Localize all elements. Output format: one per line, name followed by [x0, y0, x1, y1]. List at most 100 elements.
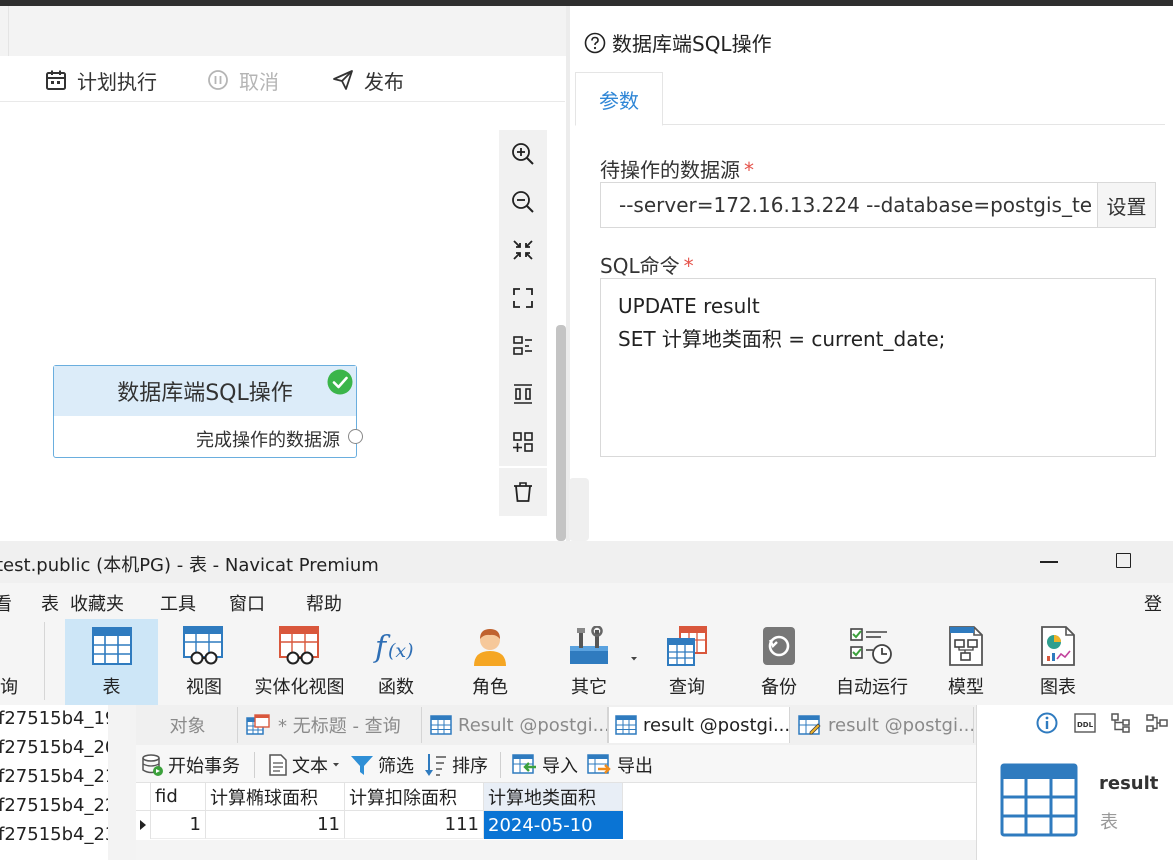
distribute-button[interactable]: [499, 370, 547, 418]
ribbon-materialized-view[interactable]: 实体化视图: [252, 619, 347, 705]
divider: [8, 6, 9, 56]
minimize-button[interactable]: [1040, 561, 1058, 563]
table-icon: [430, 715, 452, 735]
divider: [254, 752, 255, 778]
grid-add-icon: [511, 430, 535, 454]
column-header[interactable]: 计算扣除面积: [345, 783, 484, 811]
object-list-item[interactable]: f27515b4_23: [0, 824, 116, 845]
table-cell[interactable]: 11: [206, 811, 345, 839]
ribbon-query-partial[interactable]: 询: [0, 619, 24, 705]
text-button[interactable]: 文本: [268, 751, 340, 779]
shrink-button[interactable]: [499, 226, 547, 274]
tab-label: Result @postgi...: [458, 714, 608, 736]
sql-line: UPDATE result: [618, 294, 760, 318]
sql-label-text: SQL命令: [600, 254, 680, 278]
menu-help[interactable]: 帮助: [306, 590, 342, 616]
schedule-label: 计划执行: [77, 69, 157, 94]
output-port[interactable]: [348, 429, 363, 444]
sql-editor[interactable]: UPDATE result SET 计算地类面积 = current_date;: [600, 278, 1156, 457]
properties-title: 数据库端SQL操作: [612, 32, 772, 56]
flow-node[interactable]: 数据库端SQL操作 完成操作的数据源: [53, 365, 363, 458]
sort-button[interactable]: 排序: [424, 751, 488, 779]
tab-underline: [575, 124, 1165, 125]
layout-icon[interactable]: [1146, 712, 1168, 734]
maximize-button[interactable]: [1116, 553, 1131, 568]
fullscreen-icon: [511, 286, 535, 310]
settings-button[interactable]: 设置: [1097, 182, 1156, 228]
user-icon: [470, 619, 510, 673]
import-button[interactable]: 导入: [512, 751, 578, 779]
export-button[interactable]: 导出: [587, 751, 653, 779]
chevron-down-icon[interactable]: [629, 655, 639, 663]
ddl-icon[interactable]: DDL: [1074, 712, 1096, 734]
divider: [500, 752, 501, 778]
ribbon-label: 其它: [571, 677, 607, 698]
distribute-icon: [511, 382, 535, 406]
object-type: 表: [1100, 812, 1118, 833]
canvas-header: [0, 6, 568, 56]
zoom-in-button[interactable]: [499, 130, 547, 178]
ribbon-role[interactable]: 角色: [458, 619, 522, 705]
ribbon-view[interactable]: 视图: [165, 619, 243, 705]
ribbon-chart[interactable]: 图表: [1026, 619, 1090, 705]
object-list-item[interactable]: f27515b4_20: [0, 737, 116, 758]
document-icon: [268, 753, 288, 777]
align-icon: [511, 334, 535, 358]
info-icon[interactable]: [1036, 712, 1058, 734]
filter-button[interactable]: 筛选: [350, 751, 414, 779]
hierarchy-icon[interactable]: [1110, 712, 1132, 734]
table-cell[interactable]: 1: [151, 811, 206, 839]
datasource-input[interactable]: --server=172.16.13.224 --database=postgi…: [600, 182, 1098, 228]
ribbon-label: 表: [102, 677, 121, 698]
menu-tools[interactable]: 工具: [160, 590, 196, 616]
ribbon-table[interactable]: 表: [65, 619, 158, 705]
add-node-button[interactable]: [499, 418, 547, 466]
tab-result-1[interactable]: Result @postgi...: [424, 707, 608, 743]
canvas-scrollbar[interactable]: [556, 325, 566, 541]
ribbon-model[interactable]: 模型: [934, 619, 998, 705]
backup-icon: [761, 619, 797, 673]
tab-result-active[interactable]: result @postgi...: [608, 707, 790, 743]
selected-table-cell[interactable]: 2024-05-10: [484, 811, 623, 839]
delete-button[interactable]: [499, 468, 547, 516]
tab-untitled-query[interactable]: * 无标题 - 查询: [240, 707, 422, 743]
node-title: 数据库端SQL操作: [54, 366, 356, 416]
menu-table[interactable]: 表: [41, 590, 59, 616]
tab-result-design[interactable]: result @postgi...: [792, 707, 974, 743]
window-title: test.public (本机PG) - 表 - Navicat Premium: [0, 555, 379, 576]
schedule-button[interactable]: 计划执行: [45, 58, 157, 102]
cancel-button[interactable]: 取消: [207, 58, 279, 102]
object-list-item[interactable]: f27515b4_19: [0, 708, 116, 729]
help-icon[interactable]: [584, 32, 606, 54]
column-header[interactable]: fid: [151, 783, 206, 811]
begin-transaction-button[interactable]: 开始事务: [140, 751, 240, 779]
pause-icon: [207, 69, 229, 91]
column-header[interactable]: 计算地类面积: [484, 783, 623, 811]
tab-params[interactable]: 参数: [575, 72, 663, 126]
menu-view[interactable]: 看: [0, 590, 12, 616]
ribbon-function[interactable]: f (x) 函数: [364, 619, 428, 705]
ribbon-automation[interactable]: 自动运行: [832, 619, 912, 705]
menu-favorites[interactable]: 收藏夹: [70, 590, 124, 616]
ribbon-query[interactable]: 查询: [655, 619, 719, 705]
query-icon: [246, 714, 272, 736]
ribbon-label: 备份: [761, 677, 797, 698]
database-icon: [140, 753, 164, 777]
sort-label: 排序: [452, 756, 488, 777]
zoom-out-button[interactable]: [499, 178, 547, 226]
fit-screen-button[interactable]: [499, 274, 547, 322]
publish-button[interactable]: 发布: [332, 58, 404, 102]
object-list-item[interactable]: f27515b4_21: [0, 766, 116, 787]
align-button[interactable]: [499, 322, 547, 370]
materialized-view-icon: [278, 619, 321, 673]
ribbon-label: 自动运行: [836, 677, 908, 698]
menu-window[interactable]: 窗口: [229, 590, 265, 616]
ribbon-other[interactable]: 其它: [557, 619, 621, 705]
tab-objects[interactable]: 对象: [138, 707, 238, 743]
column-header[interactable]: 计算椭球面积: [206, 783, 345, 811]
svg-text:(x): (x): [388, 640, 414, 662]
panel-scrollbar[interactable]: [569, 478, 589, 541]
table-cell[interactable]: 111: [345, 811, 484, 839]
object-list-item[interactable]: f27515b4_22: [0, 795, 116, 816]
ribbon-backup[interactable]: 备份: [747, 619, 811, 705]
